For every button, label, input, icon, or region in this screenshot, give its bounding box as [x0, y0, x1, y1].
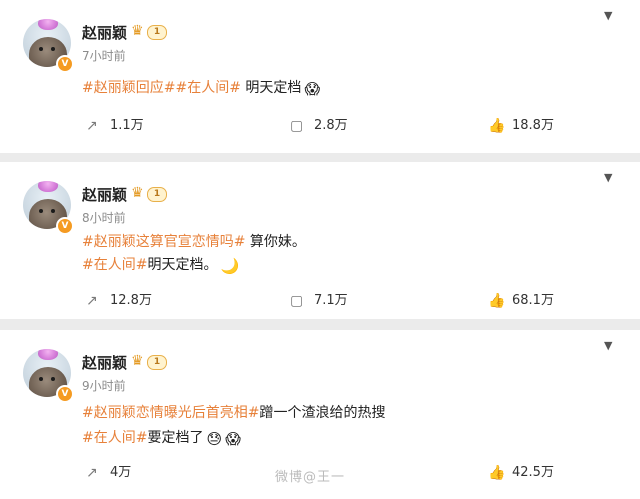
like-button[interactable]: 👍 68.1万	[488, 292, 554, 310]
member-level-badge: 1	[147, 187, 167, 202]
comment-count: 2.8万	[314, 118, 348, 133]
hashtag[interactable]: #赵丽颖恋情曝光后首亮相#	[82, 405, 259, 421]
post-text-line: #赵丽颖回应##在人间# 明天定档 😱	[82, 77, 320, 97]
post-text: 明天定档。	[147, 257, 218, 273]
username[interactable]: 赵丽颖	[82, 184, 127, 205]
repost-button[interactable]: ↗ 12.8万	[86, 292, 152, 310]
like-count: 42.5万	[512, 465, 554, 480]
comment-button[interactable]: ▢ 2.8万	[290, 117, 348, 135]
scream-emoji-icon: 😱	[225, 430, 241, 448]
flower-decoration	[38, 181, 58, 192]
hashtag[interactable]: #在人间#	[82, 257, 147, 273]
crown-icon: ♛	[131, 185, 144, 201]
repost-count: 4万	[110, 465, 132, 480]
like-count: 68.1万	[512, 293, 554, 308]
post-text: 蹭一个渣浪给的热搜	[259, 405, 386, 421]
avatar-eye	[39, 47, 43, 51]
verified-badge-icon: V	[56, 55, 74, 73]
repost-icon: ↗	[86, 118, 98, 134]
like-icon: 👍	[488, 118, 506, 134]
post-text: 算你妹。	[245, 234, 306, 250]
repost-icon: ↗	[86, 293, 98, 309]
hashtag[interactable]: #在人间#	[82, 430, 147, 446]
like-icon: 👍	[488, 465, 506, 481]
member-level-badge: 1	[147, 355, 167, 370]
comment-icon: ▢	[290, 293, 304, 309]
like-icon: 👍	[488, 293, 506, 309]
repost-count: 12.8万	[110, 293, 152, 308]
username[interactable]: 赵丽颖	[82, 352, 127, 373]
avatar-eye	[51, 377, 55, 381]
post-text-line: #在人间#明天定档。 🌙	[82, 254, 239, 274]
moon-emoji-icon: 🌙	[220, 257, 240, 275]
crown-icon: ♛	[131, 23, 144, 39]
flower-decoration	[38, 19, 58, 30]
hashtag[interactable]: #赵丽颖这算官宣恋情吗#	[82, 234, 245, 250]
crown-icon: ♛	[131, 353, 144, 369]
repost-icon: ↗	[86, 465, 98, 481]
avatar-eye	[39, 377, 43, 381]
username[interactable]: 赵丽颖	[82, 22, 127, 43]
chevron-down-icon[interactable]: ▼	[604, 10, 616, 21]
avatar-eye	[51, 47, 55, 51]
avatar-eye	[51, 209, 55, 213]
post-text-line: #在人间#要定档了 😓 😱	[82, 427, 241, 447]
like-button[interactable]: 👍 18.8万	[488, 117, 554, 135]
post-text-line: #赵丽颖恋情曝光后首亮相#蹭一个渣浪给的热搜	[82, 402, 385, 422]
comment-count: 7.1万	[314, 293, 348, 308]
repost-button[interactable]: ↗ 1.1万	[86, 117, 144, 135]
chevron-down-icon[interactable]: ▼	[604, 340, 616, 351]
comment-button[interactable]: ▢ 7.1万	[290, 292, 348, 310]
post-time[interactable]: 9小时前	[82, 377, 126, 394]
watermark: 微博@王一	[275, 470, 346, 485]
post-text: 要定档了	[147, 430, 204, 446]
sweat-emoji-icon: 😓	[206, 430, 223, 448]
weibo-post: V 赵丽颖 ♛ 1 7小时前 ▼ #赵丽颖回应##在人间# 明天定档 😱 ↗ 1.1…	[0, 0, 640, 153]
flower-decoration	[38, 349, 58, 360]
repost-count: 1.1万	[110, 118, 144, 133]
avatar-eye	[39, 209, 43, 213]
post-time[interactable]: 8小时前	[82, 209, 126, 226]
post-time[interactable]: 7小时前	[82, 47, 126, 64]
comment-icon: ▢	[290, 118, 304, 134]
post-text: 明天定档	[240, 80, 302, 96]
weibo-post: V 赵丽颖 ♛ 1 8小时前 ▼ #赵丽颖这算官宣恋情吗# 算你妹。 #在人间#…	[0, 162, 640, 319]
like-count: 18.8万	[512, 118, 554, 133]
like-button[interactable]: 👍 42.5万	[488, 464, 554, 482]
scream-emoji-icon: 😱	[304, 80, 321, 98]
hashtag[interactable]: #赵丽颖回应##在人间#	[82, 80, 241, 96]
repost-button[interactable]: ↗ 4万	[86, 464, 131, 482]
verified-badge-icon: V	[56, 385, 74, 403]
member-level-badge: 1	[147, 25, 167, 40]
post-text-line: #赵丽颖这算官宣恋情吗# 算你妹。	[82, 231, 306, 251]
verified-badge-icon: V	[56, 217, 74, 235]
chevron-down-icon[interactable]: ▼	[604, 172, 616, 183]
